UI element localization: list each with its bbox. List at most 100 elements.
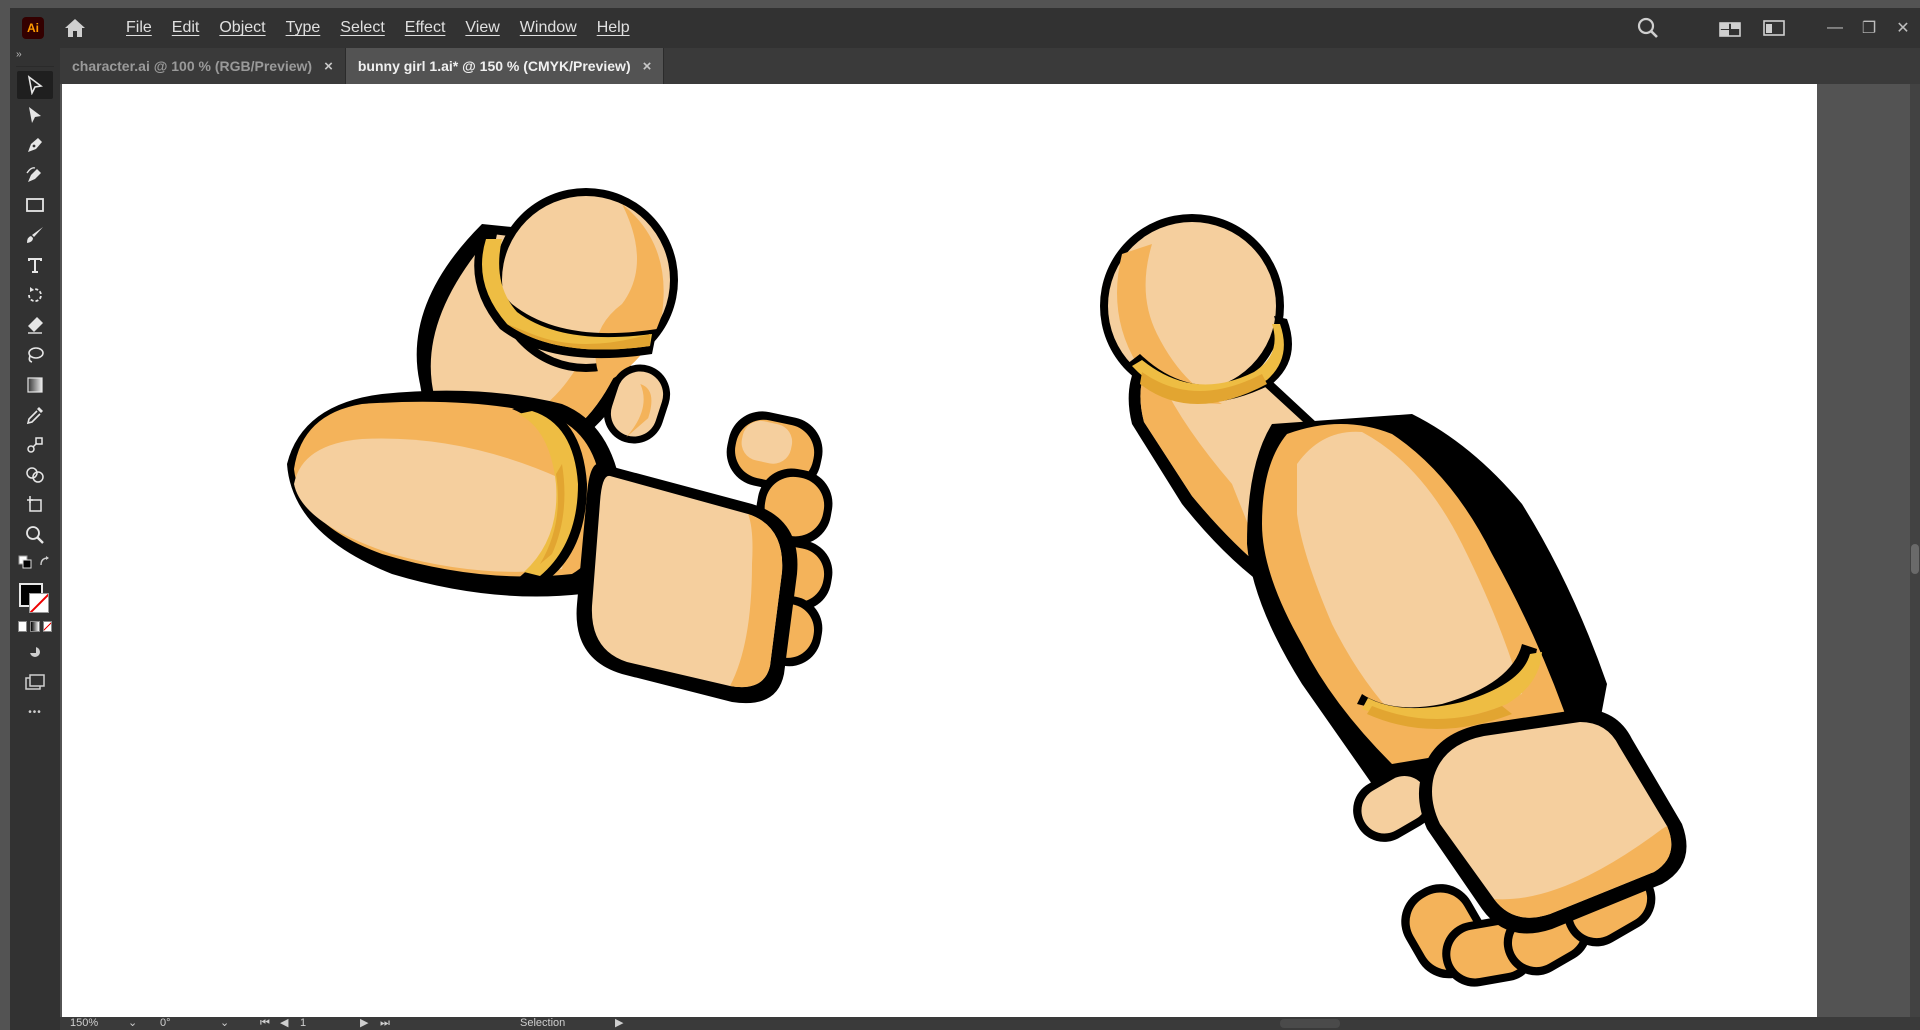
previous-artboard-icon[interactable]: ◀ [280, 1017, 288, 1030]
menu-effect[interactable]: Effect [395, 8, 456, 48]
tab-label: bunny girl 1.ai* @ 150 % (CMYK/Preview) [357, 58, 631, 74]
tab-label: character.ai @ 100 % (RGB/Preview) [72, 58, 313, 74]
horizontal-scrollbar-thumb[interactable] [1280, 1019, 1340, 1028]
canvas-area [60, 84, 1920, 1017]
paintbrush-tool-icon [27, 227, 43, 243]
workspace-switcher-button[interactable] [1756, 10, 1792, 46]
home-button[interactable] [58, 11, 92, 45]
menu-select[interactable]: Select [330, 8, 394, 48]
app-logo: Ai [22, 17, 44, 39]
tools-panel: ›› ••• [10, 48, 60, 1030]
more-tools-icon: ••• [28, 706, 42, 718]
paintbrush-tool[interactable] [17, 221, 53, 249]
tab-bunny-girl-ai[interactable]: bunny girl 1.ai* @ 150 % (CMYK/Preview) … [345, 48, 665, 84]
status-mode-label: Selection [520, 1017, 566, 1029]
artboard[interactable] [62, 84, 1817, 1017]
menu-help[interactable]: Help [587, 8, 640, 48]
restore-button[interactable]: ❐ [1852, 8, 1886, 48]
search-icon [1637, 17, 1658, 38]
status-bar: 150% ⌄ 0° ⌄ ⏮ ◀ 1 ▶ ⏭ Selection ▶ [60, 1017, 1920, 1030]
menu-window[interactable]: Window [510, 8, 587, 48]
next-artboard-icon[interactable]: ▶ [360, 1017, 368, 1030]
workspace-icon [1763, 20, 1785, 36]
rectangle-tool[interactable] [17, 191, 53, 219]
vertical-scrollbar-thumb[interactable] [1911, 544, 1919, 574]
color-mode-icon[interactable] [18, 621, 28, 632]
blend-tool[interactable] [17, 431, 53, 459]
edit-toolbar-button[interactable]: ••• [17, 698, 53, 726]
chevron-down-icon[interactable]: ⌄ [220, 1017, 229, 1030]
toolbar-divider [16, 66, 54, 67]
artboard-tool-icon [27, 496, 42, 512]
pen-tool[interactable] [17, 131, 53, 159]
arrange-documents-button[interactable] [1712, 10, 1748, 46]
zoom-tool-icon [26, 526, 44, 544]
artwork [287, 188, 1687, 987]
tab-close-icon[interactable]: × [324, 58, 333, 75]
type-tool-icon [28, 258, 42, 273]
gradient-tool-icon [27, 377, 43, 393]
drawing-modes-icon [30, 647, 40, 657]
menu-edit[interactable]: Edit [162, 8, 210, 48]
tab-close-icon[interactable]: × [643, 58, 652, 75]
direct-selection-tool[interactable] [17, 101, 53, 129]
screen-mode-icon [25, 674, 45, 690]
rotation-field[interactable]: 0° [160, 1017, 171, 1030]
close-window-button[interactable]: ✕ [1886, 8, 1920, 48]
selection-tool-icon [27, 75, 43, 95]
stroke-color-swatch[interactable] [29, 593, 49, 613]
vertical-scrollbar[interactable] [1910, 84, 1920, 1017]
eraser-tool-icon [28, 317, 43, 334]
shape-builder-tool[interactable] [17, 461, 53, 489]
minimize-button[interactable]: — [1818, 8, 1852, 48]
eraser-tool[interactable] [17, 311, 53, 339]
rotate-tool-icon [28, 287, 42, 303]
fill-stroke-swatches [15, 575, 55, 617]
status-menu-icon[interactable]: ▶ [615, 1017, 623, 1030]
search-button[interactable] [1630, 10, 1666, 46]
drawing-modes-button[interactable] [17, 638, 53, 666]
menu-type[interactable]: Type [276, 8, 331, 48]
none-mode-icon[interactable] [42, 621, 52, 632]
default-colors-icon[interactable] [18, 555, 32, 569]
direct-selection-tool-icon [29, 107, 41, 123]
rotate-tool[interactable] [17, 281, 53, 309]
swap-colors-icon[interactable] [38, 555, 52, 569]
eyedropper-tool[interactable] [17, 401, 53, 429]
artboard-number-field[interactable]: 1 [300, 1017, 306, 1030]
gradient-tool[interactable] [17, 371, 53, 399]
lasso-tool[interactable] [17, 341, 53, 369]
swap-colors-row [10, 551, 60, 569]
collapse-panel-icon[interactable]: ›› [10, 48, 60, 62]
screen-mode-button[interactable] [17, 668, 53, 696]
zoom-level-field[interactable]: 150% [70, 1017, 98, 1030]
menu-object[interactable]: Object [209, 8, 275, 48]
selection-tool[interactable] [17, 71, 53, 99]
first-artboard-icon[interactable]: ⏮ [260, 1017, 270, 1030]
arrange-documents-icon [1719, 22, 1741, 37]
right-shoulder [1100, 214, 1292, 404]
curvature-tool[interactable] [17, 161, 53, 189]
chevron-down-icon[interactable]: ⌄ [128, 1017, 137, 1030]
menu-view[interactable]: View [455, 8, 509, 48]
artboard-tool[interactable] [17, 491, 53, 519]
color-mode-row [10, 617, 60, 636]
pen-tool-icon [28, 138, 42, 152]
illustrator-window: Ai File Edit Object Type Select Effect V… [0, 0, 1920, 1030]
gradient-mode-icon[interactable] [30, 621, 40, 632]
zoom-tool[interactable] [17, 521, 53, 549]
menu-items: File Edit Object Type Select Effect View… [116, 8, 640, 48]
last-artboard-icon[interactable]: ⏭ [380, 1017, 390, 1030]
type-tool[interactable] [17, 251, 53, 279]
blend-tool-icon [27, 437, 43, 453]
menu-bar: Ai File Edit Object Type Select Effect V… [10, 8, 1920, 48]
curvature-tool-icon [26, 167, 41, 182]
shape-builder-tool-icon [26, 467, 44, 483]
tab-character-ai[interactable]: character.ai @ 100 % (RGB/Preview) × [60, 48, 346, 84]
menubar-right: — ❐ ✕ [1622, 8, 1920, 48]
document-tabs: character.ai @ 100 % (RGB/Preview) × bun… [60, 48, 1920, 84]
right-arm-artwork [1100, 214, 1687, 987]
left-arm-artwork [287, 188, 833, 704]
menu-file[interactable]: File [116, 8, 162, 48]
pasteboard[interactable] [1817, 84, 1910, 1017]
